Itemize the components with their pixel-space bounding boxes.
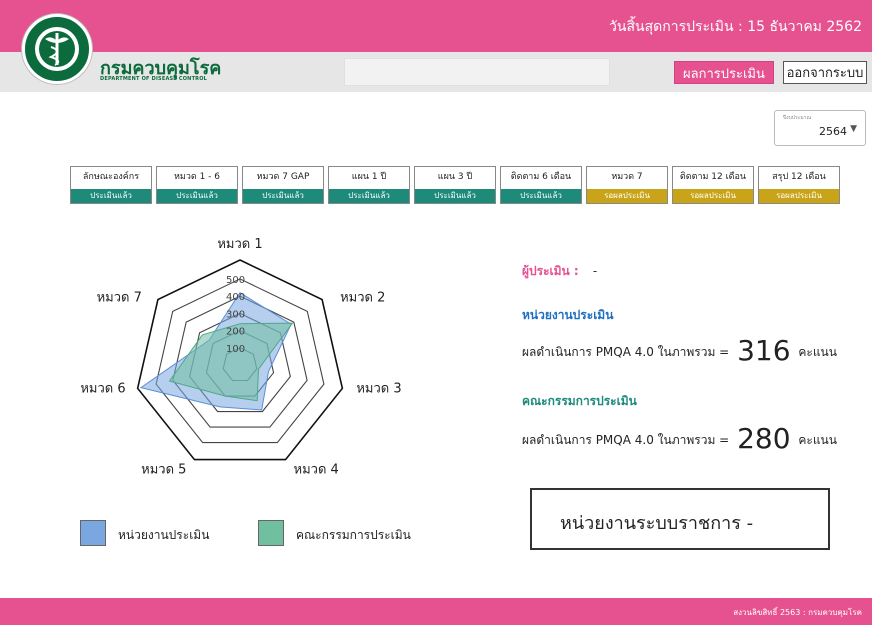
radar-tick-label: 500 bbox=[226, 275, 245, 286]
logout-button[interactable]: ออกจากระบบ bbox=[783, 61, 867, 84]
assessor-row: ผู้ประเมิน : - bbox=[522, 262, 597, 281]
tab-label: แผน 3 ปี bbox=[437, 172, 473, 182]
legend-swatch-committee bbox=[258, 520, 284, 546]
radar-category-label: หมวด 4 bbox=[294, 463, 339, 478]
radar-category-label: หมวด 1 bbox=[217, 237, 262, 252]
ministry-logo bbox=[22, 14, 92, 84]
tab-label: สรุป 12 เดือน bbox=[772, 172, 826, 182]
tab-label: ติดตาม 12 เดือน bbox=[679, 172, 747, 182]
copyright-text: สงวนลิขสิทธิ์ 2563 : กรมควบคุมโรค bbox=[733, 608, 862, 617]
tab-org-profile[interactable]: ลักษณะองค์กร ประเมินแล้ว bbox=[70, 166, 152, 204]
org-name-english: DEPARTMENT OF DISEASE CONTROL bbox=[100, 76, 208, 82]
legend-label-committee: คณะกรรมการประเมิน bbox=[296, 528, 411, 542]
radar-category-label: หมวด 5 bbox=[141, 463, 186, 478]
tab-plan-3-year[interactable]: แผน 3 ปี ประเมินแล้ว bbox=[414, 166, 496, 204]
committee-assessment-heading: คณะกรรมการประเมิน bbox=[522, 394, 637, 408]
government-unit-text: หน่วยงานระบบราชการ - bbox=[560, 513, 754, 534]
tab-status-badge: รอผลประเมิน bbox=[673, 189, 753, 203]
radar-chart: 100 200 300 400 500 หมวด 1 หมวด 2 หมวด 3 หมวด 4 ห… bbox=[80, 237, 401, 478]
tab-status-badge: ประเมินแล้ว bbox=[157, 189, 237, 203]
header-blank-field bbox=[344, 58, 610, 86]
tab-status-badge: รอผลประเมิน bbox=[587, 189, 667, 203]
tab-status-badge: ประเมินแล้ว bbox=[415, 189, 495, 203]
tab-label: ลักษณะองค์กร bbox=[82, 172, 140, 182]
deadline-text: วันสิ้นสุดการประเมิน : 15 ธันวาคม 2562 bbox=[609, 19, 862, 35]
footer-bar: สงวนลิขสิทธิ์ 2563 : กรมควบคุมโรค bbox=[0, 598, 872, 625]
tab-status-badge: ประเมินแล้ว bbox=[71, 189, 151, 203]
top-bar: วันสิ้นสุดการประเมิน : 15 ธันวาคม 2562 bbox=[0, 0, 872, 52]
assessment-result-button[interactable]: ผลการประเมิน bbox=[674, 61, 774, 84]
tab-label: หมวด 1 - 6 bbox=[173, 172, 221, 182]
dropdown-arrow-icon: ▼ bbox=[850, 124, 857, 134]
unit-score-value: 316 bbox=[737, 334, 791, 367]
tab-category-7-gap[interactable]: หมวด 7 GAP ประเมินแล้ว bbox=[242, 166, 324, 204]
committee-score-value: 280 bbox=[737, 422, 791, 455]
radar-tick-label: 100 bbox=[226, 344, 245, 355]
tab-status-badge: ประเมินแล้ว bbox=[243, 189, 323, 203]
radar-tick-label: 200 bbox=[226, 327, 245, 338]
committee-score-prefix: ผลดำเนินการ PMQA 4.0 ในภาพรวม = bbox=[522, 433, 730, 447]
unit-score-prefix: ผลดำเนินการ PMQA 4.0 ในภาพรวม = bbox=[522, 345, 730, 359]
tab-label: ติดตาม 6 เดือน bbox=[510, 172, 572, 182]
tab-label: แผน 1 ปี bbox=[351, 172, 387, 182]
radar-category-label: หมวด 3 bbox=[356, 381, 401, 396]
tab-status-badge: ประเมินแล้ว bbox=[501, 189, 581, 203]
tab-follow-up-6-months[interactable]: ติดตาม 6 เดือน ประเมินแล้ว bbox=[500, 166, 582, 204]
government-unit-box: หน่วยงานระบบราชการ - bbox=[530, 488, 830, 550]
legend-label-unit: หน่วยงานประเมิน bbox=[118, 528, 210, 542]
assessor-value: - bbox=[592, 264, 598, 278]
tab-label: หมวด 7 bbox=[611, 172, 643, 182]
radar-tick-label: 300 bbox=[226, 309, 245, 320]
tab-label: หมวด 7 GAP bbox=[256, 172, 310, 182]
committee-score-suffix: คะแนน bbox=[798, 433, 837, 447]
assessor-label: ผู้ประเมิน : bbox=[522, 264, 579, 278]
tab-category-1-6[interactable]: หมวด 1 - 6 ประเมินแล้ว bbox=[156, 166, 238, 204]
radar-category-label: หมวด 2 bbox=[340, 291, 385, 306]
tab-status-badge: ประเมินแล้ว bbox=[329, 189, 409, 203]
assessment-tabs: ลักษณะองค์กร ประเมินแล้ว หมวด 1 - 6 ประเ… bbox=[70, 166, 840, 204]
tab-summary-12-months[interactable]: สรุป 12 เดือน รอผลประเมิน bbox=[758, 166, 840, 204]
fiscal-year-caption: ปีงบประมาณ bbox=[783, 115, 812, 121]
fiscal-year-value: 2564 bbox=[819, 125, 847, 138]
unit-score-row: ผลดำเนินการ PMQA 4.0 ในภาพรวม = 316 คะแน… bbox=[522, 334, 837, 367]
tab-follow-up-12-months[interactable]: ติดตาม 12 เดือน รอผลประเมิน bbox=[672, 166, 754, 204]
tab-category-7[interactable]: หมวด 7 รอผลประเมิน bbox=[586, 166, 668, 204]
unit-score-suffix: คะแนน bbox=[798, 345, 837, 359]
legend-swatch-unit bbox=[80, 520, 106, 546]
unit-assessment-heading: หน่วยงานประเมิน bbox=[522, 308, 614, 322]
radar-category-label: หมวด 7 bbox=[97, 291, 142, 306]
fiscal-year-select[interactable]: ปีงบประมาณ 2564 ▼ bbox=[774, 110, 866, 146]
radar-tick-label: 400 bbox=[226, 292, 245, 303]
committee-score-row: ผลดำเนินการ PMQA 4.0 ในภาพรวม = 280 คะแน… bbox=[522, 422, 837, 455]
tab-plan-1-year[interactable]: แผน 1 ปี ประเมินแล้ว bbox=[328, 166, 410, 204]
caduceus-emblem-icon bbox=[35, 27, 79, 71]
tab-status-badge: รอผลประเมิน bbox=[759, 189, 839, 203]
radar-category-label: หมวด 6 bbox=[80, 381, 125, 396]
